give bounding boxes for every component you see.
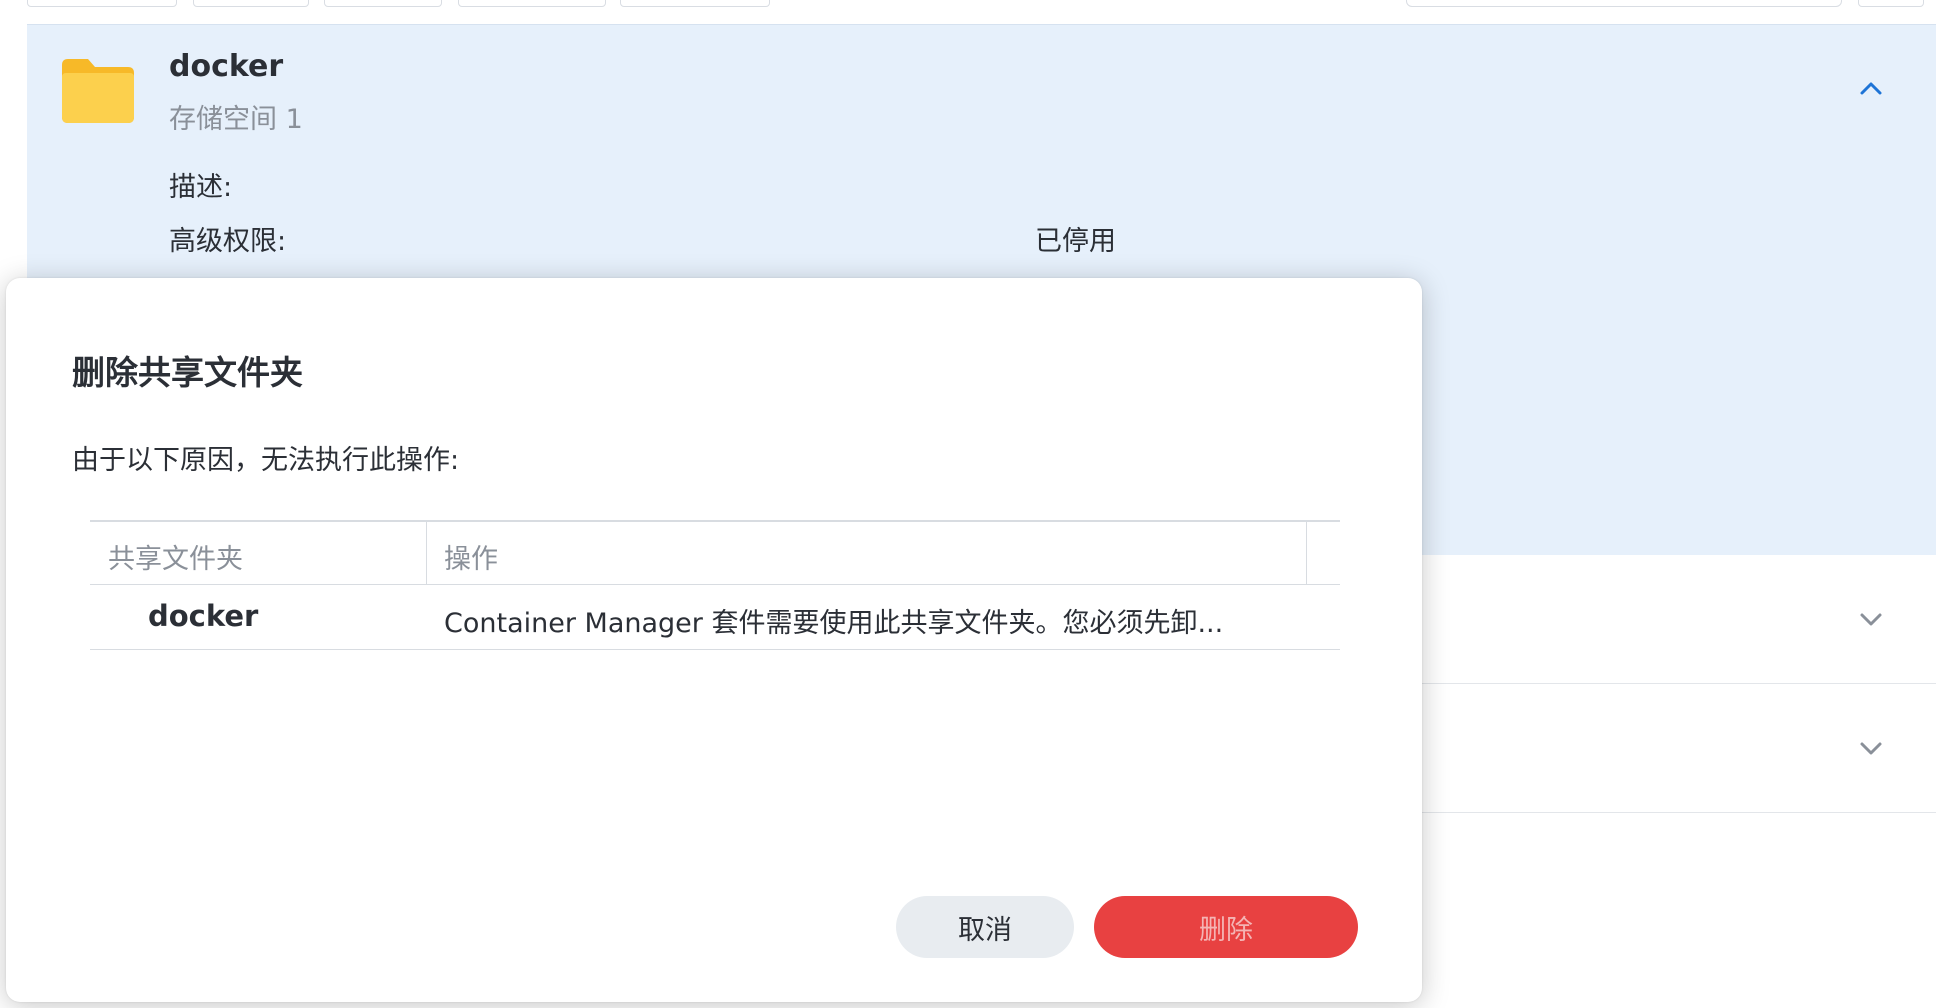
cell-shared-folder: docker <box>148 599 259 633</box>
column-separator[interactable] <box>1306 522 1307 584</box>
chevron-down-icon[interactable] <box>1857 734 1885 762</box>
description-label: 描述: <box>169 172 233 203</box>
advanced-permissions-label: 高级权限: <box>169 226 287 257</box>
toolbar-button[interactable] <box>27 0 177 7</box>
folder-volume: 存储空间 1 <box>169 104 303 135</box>
folder-icon <box>62 59 134 123</box>
chevron-down-icon[interactable] <box>1857 605 1885 633</box>
reason-table: 共享文件夹 操作 docker Container Manager 套件需要使用… <box>90 520 1340 650</box>
cell-action: Container Manager 套件需要使用此共享文件夹。您必须先卸... <box>444 608 1224 639</box>
chevron-up-icon[interactable] <box>1857 75 1885 103</box>
toolbar <box>0 0 1936 24</box>
table-header: 共享文件夹 操作 <box>90 522 1340 585</box>
dialog-message: 由于以下原因，无法执行此操作: <box>72 445 460 476</box>
table-row[interactable]: docker Container Manager 套件需要使用此共享文件夹。您必… <box>90 585 1340 650</box>
search-field[interactable] <box>1406 0 1842 7</box>
column-separator[interactable] <box>426 522 427 584</box>
toolbar-button[interactable] <box>193 0 309 7</box>
advanced-permissions-value: 已停用 <box>1035 226 1116 257</box>
delete-shared-folder-dialog: 删除共享文件夹 由于以下原因，无法执行此操作: 共享文件夹 操作 docker … <box>6 278 1422 1002</box>
dialog-title: 删除共享文件夹 <box>72 353 303 392</box>
folder-name: docker <box>169 49 284 84</box>
column-header-action[interactable]: 操作 <box>444 537 498 576</box>
toolbar-button[interactable] <box>324 0 442 7</box>
cancel-button[interactable]: 取消 <box>896 896 1074 958</box>
toolbar-button[interactable] <box>620 0 770 7</box>
toolbar-button[interactable] <box>1858 0 1924 7</box>
toolbar-button[interactable] <box>458 0 606 7</box>
column-header-shared-folder[interactable]: 共享文件夹 <box>108 537 243 576</box>
delete-button[interactable]: 删除 <box>1094 896 1358 958</box>
